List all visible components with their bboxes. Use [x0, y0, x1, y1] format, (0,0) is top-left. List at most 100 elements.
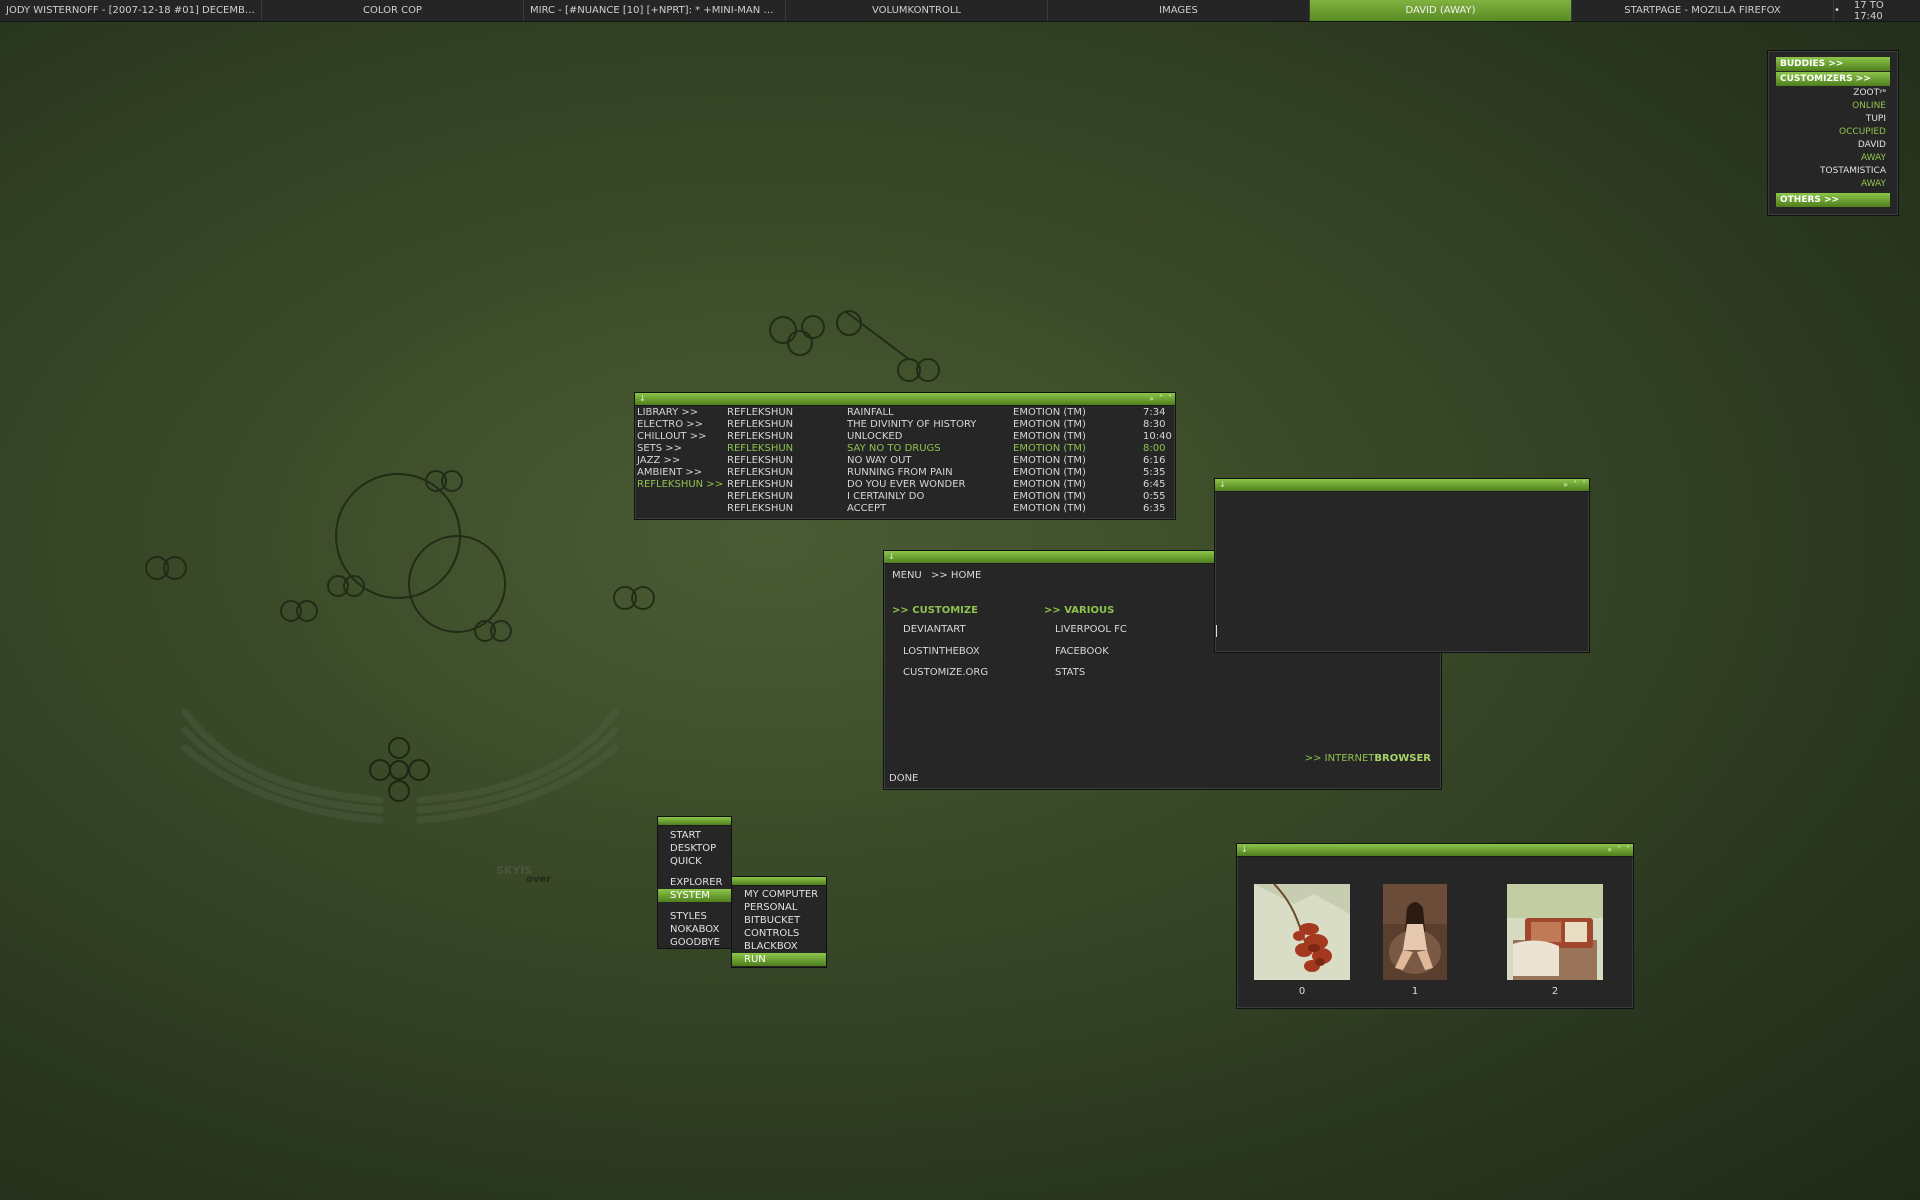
menu-item-nokabox[interactable]: NOKABOX — [658, 923, 731, 936]
thumbnail-label: 0 — [1298, 986, 1306, 997]
menu-item-quick[interactable]: QUICK — [658, 855, 731, 868]
others-header[interactable]: OTHERS >> — [1776, 193, 1890, 207]
track-title[interactable]: ACCEPT — [847, 503, 976, 515]
thumbnail-label: 1 — [1411, 986, 1419, 997]
track-title[interactable]: RUNNING FROM PAIN — [847, 467, 976, 479]
menu-item-explorer[interactable]: EXPLORER — [658, 876, 731, 889]
text-cursor — [1216, 625, 1217, 637]
menu-arrow-icon[interactable]: ↓ — [1219, 479, 1226, 491]
contact-name[interactable]: TOSTAMISTICA — [1776, 165, 1890, 178]
menu-link[interactable]: MENU — [892, 570, 922, 581]
track-album[interactable]: EMOTION (TM) — [1013, 431, 1086, 443]
submenu-item-my-computer[interactable]: MY COMPUTER — [732, 888, 826, 901]
maximize-icon[interactable]: ˄ — [1159, 393, 1163, 405]
track-artist[interactable]: REFLEKSHUN — [727, 407, 793, 419]
shade-icon[interactable]: » — [1563, 479, 1568, 491]
category-item[interactable]: ELECTRO >> — [637, 419, 723, 431]
track-album[interactable]: EMOTION (TM) — [1013, 407, 1086, 419]
artist-column: REFLEKSHUN REFLEKSHUN REFLEKSHUN REFLEKS… — [727, 407, 793, 515]
track-time: 6:35 — [1143, 503, 1166, 514]
track-title[interactable]: UNLOCKED — [847, 431, 976, 443]
minimize-icon[interactable]: ˅ — [1626, 844, 1630, 856]
track-artist[interactable]: REFLEKSHUN — [727, 455, 793, 467]
thumbnail-flowers[interactable] — [1254, 884, 1350, 980]
track-time: 7:34 — [1143, 407, 1166, 418]
track-artist[interactable]: REFLEKSHUN — [727, 419, 793, 431]
menu-item-system[interactable]: SYSTEM — [658, 889, 731, 902]
track-time: 5:35 — [1143, 467, 1166, 478]
track-time-playing: 8:00 — [1143, 443, 1166, 454]
link-stats[interactable]: STATS — [1055, 667, 1085, 678]
submenu-item-personal[interactable]: PERSONAL — [732, 901, 826, 914]
track-title[interactable]: DO YOU EVER WONDER — [847, 479, 976, 491]
submenu-item-blackbox[interactable]: BLACKBOX — [732, 940, 826, 953]
track-album[interactable]: EMOTION (TM) — [1013, 419, 1086, 431]
link-liverpool-fc[interactable]: LIVERPOOL FC — [1055, 624, 1127, 635]
track-artist-playing[interactable]: REFLEKSHUN — [727, 443, 793, 455]
menu-item-desktop[interactable]: DESKTOP — [658, 842, 731, 855]
minimize-icon[interactable]: ˅ — [1168, 393, 1172, 405]
menu-item-goodbye[interactable]: GOODBYE — [658, 936, 731, 949]
various-header: >> VARIOUS — [1044, 605, 1115, 616]
menu-item-start[interactable]: START — [658, 829, 731, 842]
contact-name[interactable]: ZOOTʸᵃ — [1776, 87, 1890, 100]
track-artist[interactable]: REFLEKSHUN — [727, 431, 793, 443]
menu-arrow-icon[interactable]: ↓ — [888, 551, 895, 563]
track-album[interactable]: EMOTION (TM) — [1013, 467, 1086, 479]
minimize-icon[interactable]: ˅ — [1582, 479, 1586, 491]
track-title-playing[interactable]: SAY NO TO DRUGS — [847, 443, 976, 455]
track-artist[interactable]: REFLEKSHUN — [727, 503, 793, 515]
submenu-item-bitbucket[interactable]: BITBUCKET — [732, 914, 826, 927]
image-viewer-titlebar[interactable]: ↓ » ˄ ˅ — [1237, 844, 1633, 857]
submenu-item-run[interactable]: RUN — [732, 953, 826, 966]
link-deviantart[interactable]: DEVIANTART — [903, 624, 966, 635]
customizers-header[interactable]: CUSTOMIZERS >> — [1776, 72, 1890, 86]
track-title[interactable]: RAINFALL — [847, 407, 976, 419]
logo-text-over: over — [526, 874, 552, 885]
track-album[interactable]: EMOTION (TM) — [1013, 491, 1086, 503]
contact-name[interactable]: DAVID — [1776, 139, 1890, 152]
contact-status: ONLINE — [1852, 101, 1886, 111]
menu-item-styles[interactable]: STYLES — [658, 910, 731, 923]
buddies-header[interactable]: BUDDIES >> — [1776, 57, 1890, 71]
browser-brand: >> INTERNETBROWSER — [1305, 753, 1431, 764]
category-item-active[interactable]: REFLEKSHUN >> — [637, 479, 723, 491]
empty-window: ↓ » ˄ ˅ — [1214, 478, 1590, 653]
track-title[interactable]: THE DIVINITY OF HISTORY — [847, 419, 976, 431]
track-album-playing[interactable]: EMOTION (TM) — [1013, 443, 1086, 455]
category-item[interactable]: AMBIENT >> — [637, 467, 723, 479]
track-artist[interactable]: REFLEKSHUN — [727, 479, 793, 491]
category-item[interactable]: CHILLOUT >> — [637, 431, 723, 443]
track-album[interactable]: EMOTION (TM) — [1013, 455, 1086, 467]
menu-arrow-icon[interactable]: ↓ — [1241, 844, 1248, 856]
player-titlebar[interactable]: ↓ » ˄ ˅ — [635, 393, 1175, 406]
track-artist[interactable]: REFLEKSHUN — [727, 491, 793, 503]
category-item[interactable]: SETS >> — [637, 443, 723, 455]
empty-window-titlebar[interactable]: ↓ » ˄ ˅ — [1215, 479, 1589, 492]
category-item[interactable]: JAZZ >> — [637, 455, 723, 467]
link-facebook[interactable]: FACEBOOK — [1055, 646, 1109, 657]
category-list: LIBRARY >> ELECTRO >> CHILLOUT >> SETS >… — [637, 407, 723, 491]
shade-icon[interactable]: » — [1149, 393, 1154, 405]
thumbnail-radio[interactable] — [1507, 884, 1603, 980]
maximize-icon[interactable]: ˄ — [1573, 479, 1577, 491]
thumbnail-portrait[interactable] — [1383, 884, 1447, 980]
link-lostinthebox[interactable]: LOSTINTHEBOX — [903, 646, 980, 657]
track-title[interactable]: I CERTAINLY DO — [847, 491, 976, 503]
category-item[interactable]: LIBRARY >> — [637, 407, 723, 419]
track-title[interactable]: NO WAY OUT — [847, 455, 976, 467]
track-artist[interactable]: REFLEKSHUN — [727, 467, 793, 479]
submenu-item-controls[interactable]: CONTROLS — [732, 927, 826, 940]
maximize-icon[interactable]: ˄ — [1617, 844, 1621, 856]
track-time: 0:55 — [1143, 491, 1166, 502]
contact-name[interactable]: TUPI — [1776, 113, 1890, 126]
link-customize-org[interactable]: CUSTOMIZE.ORG — [903, 667, 988, 678]
home-link[interactable]: >> HOME — [931, 570, 981, 581]
status-text: DONE — [889, 773, 919, 784]
track-album[interactable]: EMOTION (TM) — [1013, 503, 1086, 515]
shade-icon[interactable]: » — [1607, 844, 1612, 856]
track-album[interactable]: EMOTION (TM) — [1013, 479, 1086, 491]
brand-prefix: >> INTERNET — [1304, 753, 1375, 764]
menu-arrow-icon[interactable]: ↓ — [639, 393, 646, 405]
image-viewer-window: ↓ » ˄ ˅ 0 1 2 — [1236, 843, 1634, 1009]
